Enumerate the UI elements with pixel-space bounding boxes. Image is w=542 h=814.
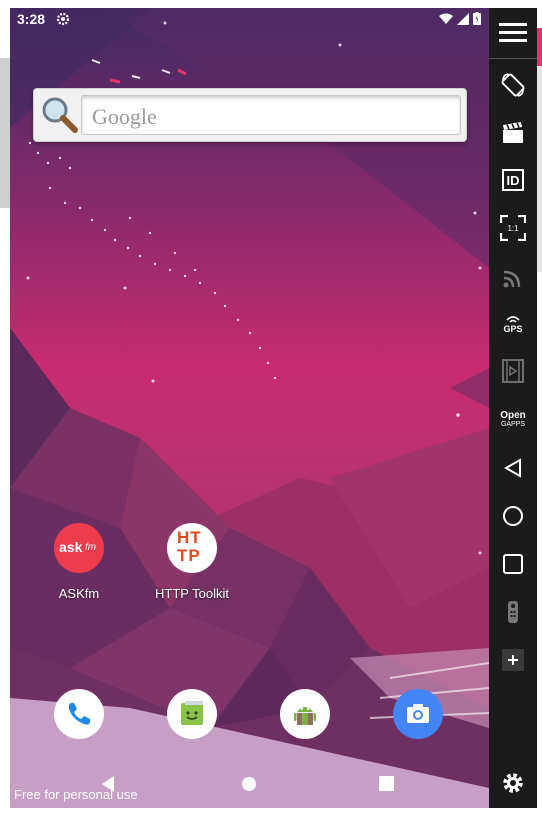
emulator-toolbar: ID 1:1 GPS Open GAPPS (489, 8, 537, 808)
app-http-toolkit[interactable]: HT TP HTTP Toolkit (142, 523, 242, 601)
window-accent-edge (537, 28, 542, 66)
open-gapps-button[interactable]: Open GAPPS (489, 400, 537, 440)
http-toolkit-icon-text-bottom: TP (177, 546, 201, 565)
open-label: Open (500, 410, 526, 421)
home-screen: 3:28 Google ask fm ASKfm HT TP HTTP Tool… (10, 8, 489, 808)
signal-icon (457, 12, 469, 25)
askfm-icon[interactable]: ask fm (54, 523, 104, 573)
gapps-label: GAPPS (500, 421, 526, 428)
remote-control-button[interactable] (489, 258, 537, 298)
http-toolkit-icon-text-top: HT (177, 528, 202, 547)
watermark: Free for personal use (14, 787, 138, 802)
plus-icon (502, 649, 524, 671)
askfm-icon-subtext: fm (85, 542, 97, 553)
home-button[interactable] (489, 496, 537, 536)
gps-label: GPS (503, 323, 523, 334)
messaging-icon[interactable] (167, 689, 217, 739)
battery-icon (473, 12, 481, 25)
search-icon[interactable] (39, 94, 79, 134)
back-triangle-icon (504, 458, 521, 478)
remote-icon (508, 601, 518, 623)
background-window-edge-right (537, 66, 542, 272)
gps-button[interactable]: GPS (489, 304, 537, 344)
search-widget[interactable]: Google (33, 88, 467, 142)
identifiers-button[interactable]: ID (489, 160, 537, 200)
wifi-icon (439, 13, 453, 24)
settings-notification-icon (56, 12, 70, 26)
http-toolkit-icon[interactable]: HT TP (167, 523, 217, 573)
svg-text:1:1: 1:1 (507, 224, 519, 233)
phone-icon[interactable] (54, 689, 104, 739)
clapperboard-icon (503, 122, 523, 143)
id-icon: ID (502, 169, 524, 191)
app-askfm[interactable]: ask fm ASKfm (29, 523, 129, 601)
recent-apps-button[interactable] (489, 544, 537, 584)
screencast-button[interactable] (489, 113, 537, 153)
resize-icon: 1:1 (500, 215, 526, 241)
app-label: HTTP Toolkit (155, 586, 229, 601)
hamburger-icon (499, 23, 527, 42)
status-time: 3:28 (17, 11, 46, 27)
menu-button[interactable] (489, 13, 537, 53)
back-button[interactable] (489, 448, 537, 488)
status-bar: 3:28 (10, 8, 489, 32)
background-window-edge (0, 58, 10, 208)
askfm-icon-text: ask (59, 539, 83, 555)
rotate-button[interactable] (489, 65, 537, 105)
home-icon[interactable] (241, 776, 257, 792)
pixel-perfect-button[interactable]: 1:1 (489, 208, 537, 248)
cast-icon (503, 270, 521, 288)
gps-signal-icon (506, 315, 520, 323)
settings-button[interactable] (489, 763, 537, 803)
android-package-icon[interactable] (280, 689, 330, 739)
recents-square-icon (503, 554, 523, 574)
search-placeholder: Google (92, 104, 157, 129)
app-label: ASKfm (58, 586, 100, 601)
media-button[interactable] (489, 351, 537, 391)
home-circle-icon (503, 506, 523, 526)
camera-icon[interactable] (393, 689, 443, 739)
add-button[interactable] (489, 640, 537, 680)
sidebar-divider (489, 58, 537, 59)
gear-icon (503, 773, 523, 793)
remote-button[interactable] (489, 592, 537, 632)
rotate-device-icon (501, 73, 525, 97)
recents-icon[interactable] (379, 776, 394, 791)
film-icon (502, 359, 524, 383)
search-input[interactable]: Google (81, 95, 461, 135)
